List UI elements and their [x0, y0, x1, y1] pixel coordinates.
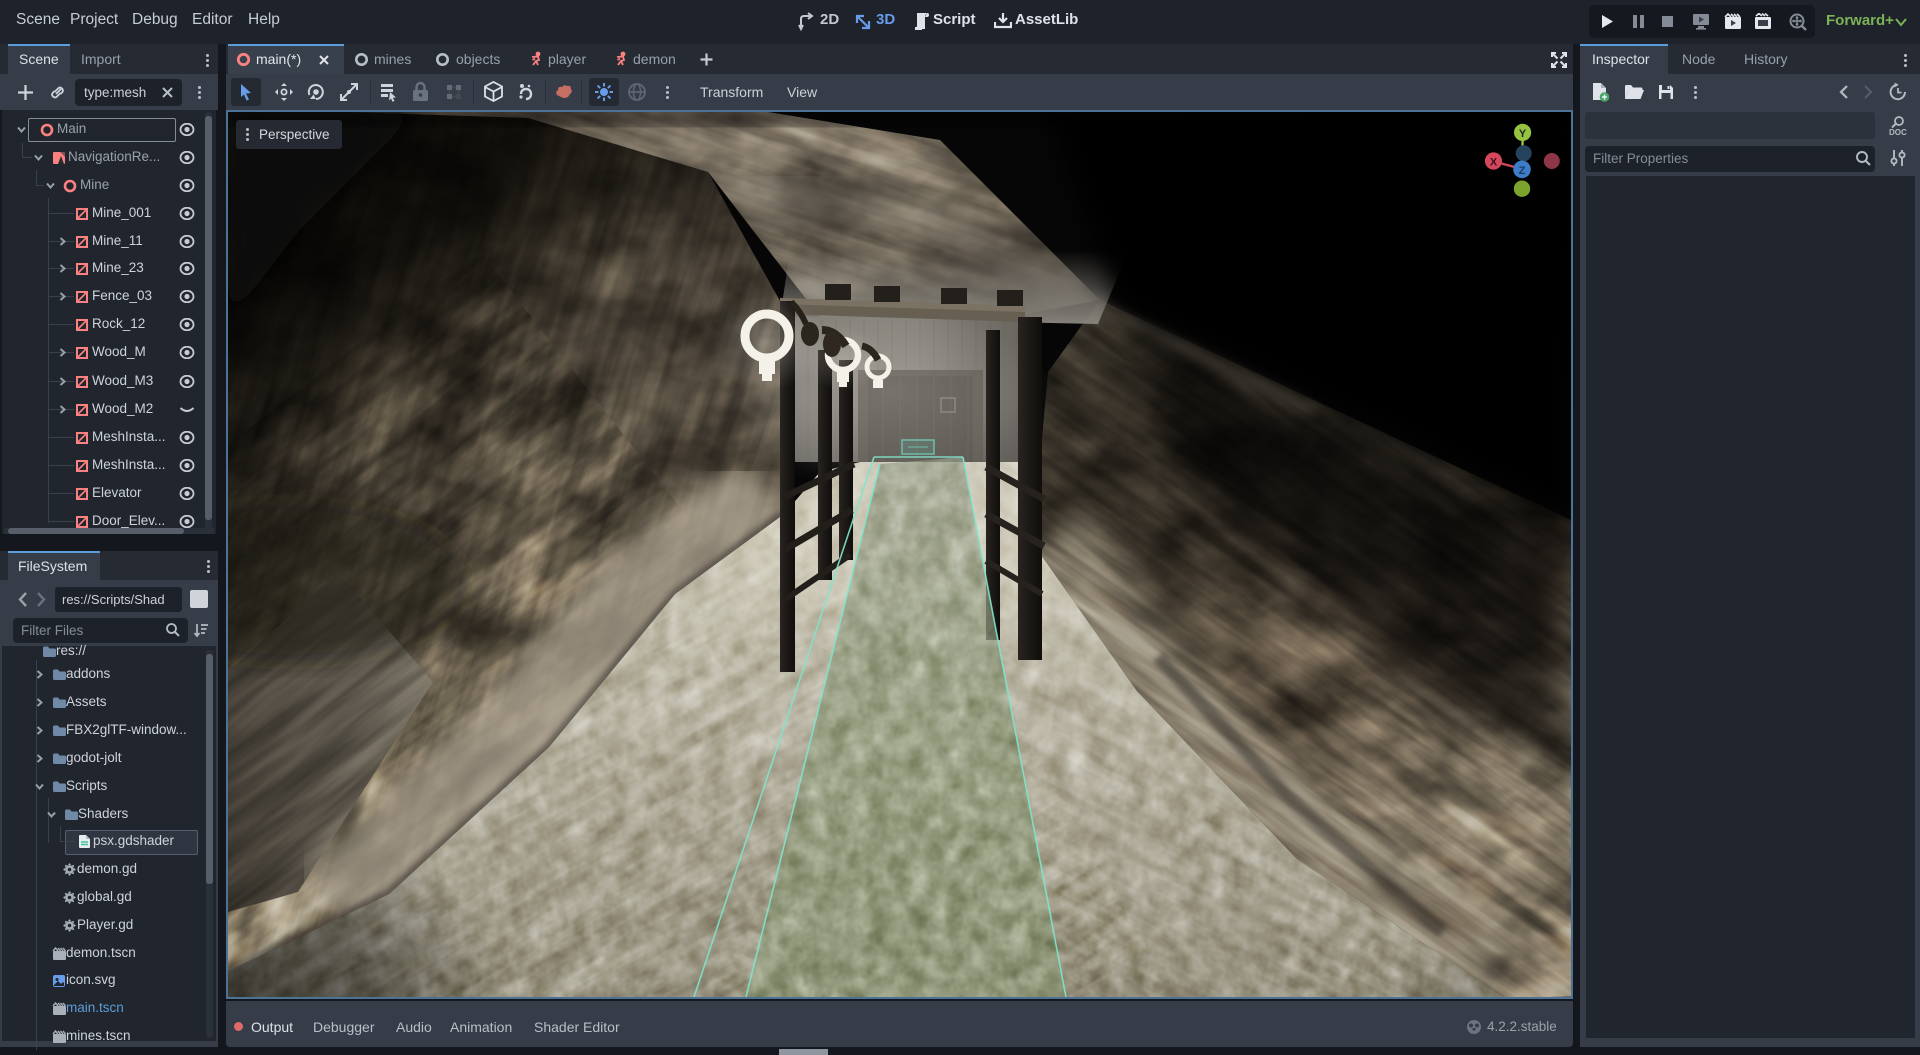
svg-text:X: X	[1490, 157, 1498, 169]
svg-text:DOC: DOC	[1889, 128, 1907, 137]
svg-text:Z: Z	[1519, 165, 1526, 177]
svg-text:Y: Y	[1519, 128, 1527, 140]
